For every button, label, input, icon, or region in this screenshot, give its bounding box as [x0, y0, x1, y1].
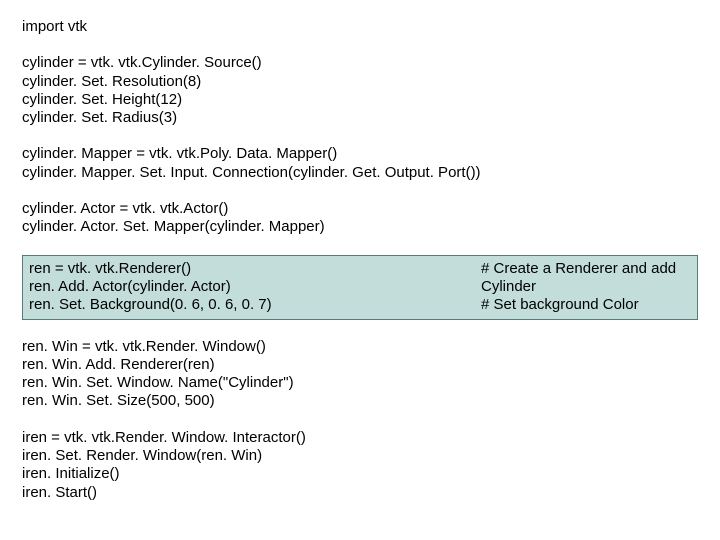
code-block-cylinder-source: cylinder = vtk. vtk.Cylinder. Source() c… [22, 54, 698, 127]
highlighted-block: ren = vtk. vtk.Renderer() ren. Add. Acto… [22, 255, 698, 320]
code-block-mapper: cylinder. Mapper = vtk. vtk.Poly. Data. … [22, 145, 698, 182]
code-block-interactor: iren = vtk. vtk.Render. Window. Interact… [22, 429, 698, 502]
comment-renderer: # Create a Renderer and add Cylinder [481, 260, 691, 297]
code-block-actor: cylinder. Actor = vtk. vtk.Actor() cylin… [22, 200, 698, 237]
highlight-comments: # Create a Renderer and add Cylinder # S… [461, 260, 691, 315]
highlight-box: ren = vtk. vtk.Renderer() ren. Add. Acto… [22, 255, 698, 320]
code-block-render-window: ren. Win = vtk. vtk.Render. Window() ren… [22, 338, 698, 411]
code-block-import: import vtk [22, 18, 698, 36]
highlight-code: ren = vtk. vtk.Renderer() ren. Add. Acto… [29, 260, 272, 315]
comment-background: # Set background Color [481, 296, 691, 314]
